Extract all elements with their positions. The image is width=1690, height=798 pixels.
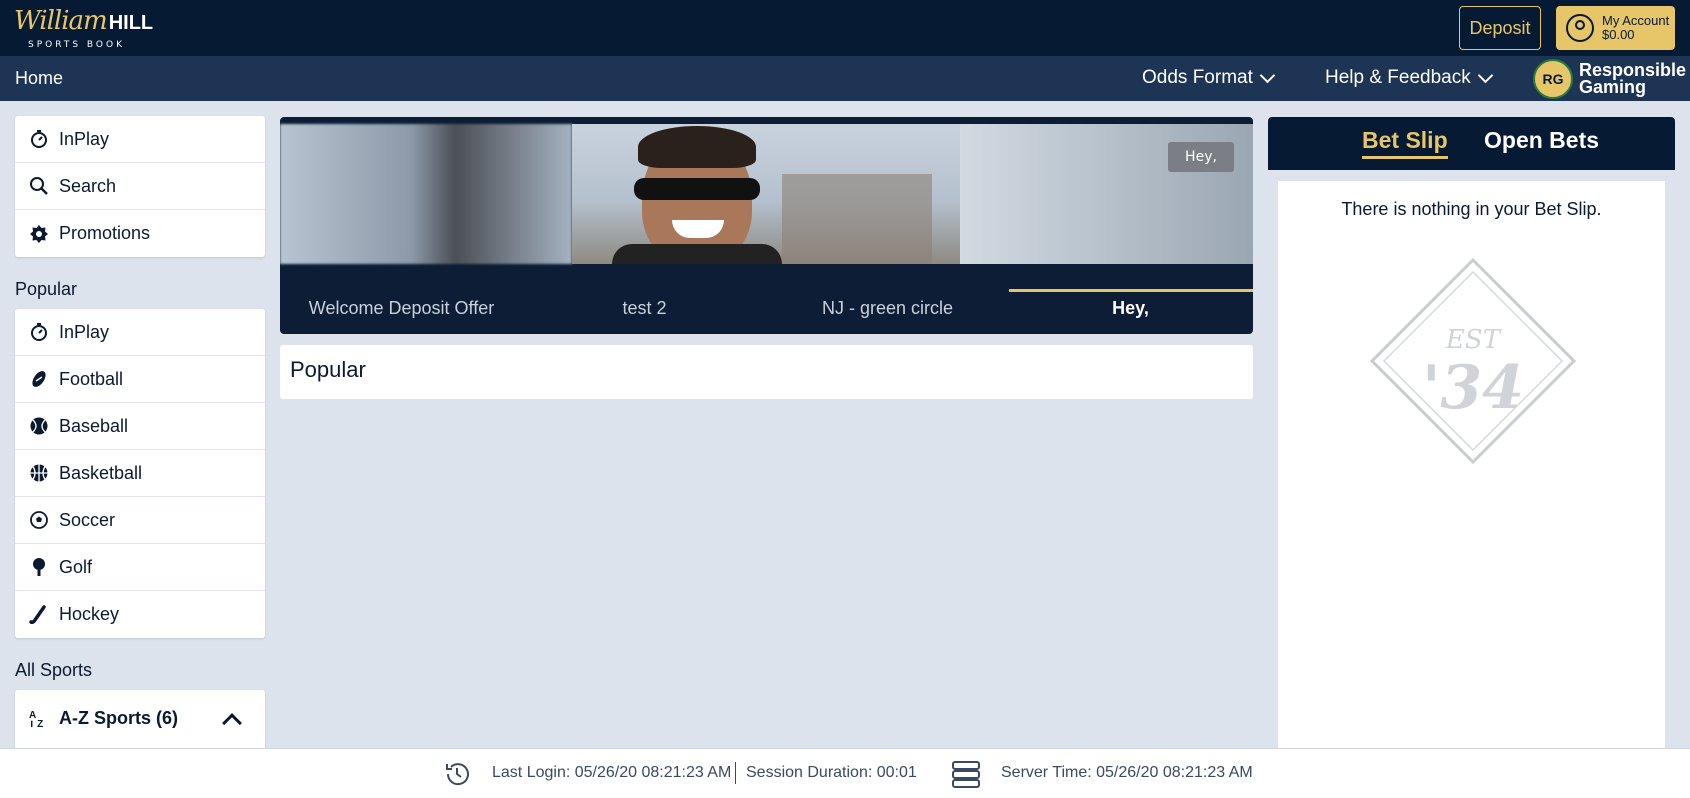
sidebar-quick-links: InPlay Search Promotions bbox=[15, 116, 265, 257]
sidebar-item-golf[interactable]: Golf bbox=[15, 544, 265, 591]
sidebar-item-inplay[interactable]: InPlay bbox=[15, 309, 265, 356]
logo-hill: HILL bbox=[108, 12, 154, 34]
banner-image-right: Hey, bbox=[960, 124, 1253, 264]
sidebar-item-label: Golf bbox=[59, 556, 93, 577]
sort-az-icon: AZ bbox=[29, 708, 49, 729]
golf-icon bbox=[29, 557, 49, 577]
banner-tab-welcome-offer[interactable]: Welcome Deposit Offer bbox=[280, 264, 523, 334]
banner-image-center[interactable] bbox=[572, 124, 960, 264]
betslip-panel: There is nothing in your Bet Slip. EST '… bbox=[1278, 181, 1665, 748]
banner-hey-tag: Hey, bbox=[1168, 142, 1234, 172]
nav-bar: Home Odds Format Help & Feedback RG Resp… bbox=[0, 56, 1690, 101]
person-hair bbox=[638, 126, 756, 168]
logo-subtitle: SPORTS BOOK bbox=[28, 40, 125, 50]
nav-home-link[interactable]: Home bbox=[15, 68, 63, 89]
az-sports-label: A-Z Sports (6) bbox=[59, 707, 178, 728]
sidebar-item-football[interactable]: Football bbox=[15, 356, 265, 403]
chevron-up-icon bbox=[222, 713, 242, 733]
sidebar-item-label: Soccer bbox=[59, 509, 116, 530]
sidebar-item-soccer[interactable]: Soccer bbox=[15, 497, 265, 544]
status-footer: Last Login: 05/26/20 08:21:23 AM Session… bbox=[0, 748, 1690, 798]
server-time-text: Server Time: 05/26/20 08:21:23 AM bbox=[1001, 764, 1253, 781]
badge-icon bbox=[29, 224, 49, 244]
banner-tab-nj-green-circle[interactable]: NJ - green circle bbox=[766, 264, 1009, 334]
rg-label-line2: Gaming bbox=[1579, 77, 1647, 97]
football-icon bbox=[29, 369, 49, 389]
sidebar-item-basketball[interactable]: Basketball bbox=[15, 450, 265, 497]
seal-year-text: '34 bbox=[1422, 353, 1524, 423]
est-34-seal-icon: EST '34 bbox=[1369, 257, 1577, 465]
hockey-icon bbox=[29, 604, 49, 625]
sidebar-item-label: InPlay bbox=[59, 321, 110, 342]
betslip-empty-message: There is nothing in your Bet Slip. bbox=[1341, 199, 1602, 219]
account-balance: $0.00 bbox=[1602, 27, 1635, 42]
popular-heading: Popular bbox=[280, 345, 1253, 399]
promo-banner-carousel: Hey, Welcome Deposit Offer test 2 NJ - g… bbox=[280, 117, 1253, 334]
az-sports-card: AZ A-Z Sports (6) bbox=[15, 690, 265, 748]
account-label: My Account bbox=[1602, 13, 1670, 28]
banner-tabs: Welcome Deposit Offer test 2 NJ - green … bbox=[280, 264, 1253, 334]
chevron-down-icon bbox=[1477, 67, 1494, 83]
shirt bbox=[612, 244, 782, 264]
session-duration-text: Session Duration: 00:01 bbox=[746, 764, 917, 781]
server-icon bbox=[952, 761, 980, 788]
history-icon bbox=[446, 763, 469, 786]
top-bar: William HILL SPORTS BOOK Deposit My Accou… bbox=[0, 0, 1690, 56]
logo-script: William bbox=[14, 6, 108, 36]
bridge-background bbox=[782, 174, 932, 264]
odds-format-dropdown[interactable]: Odds Format bbox=[1142, 67, 1276, 89]
tab-bet-slip[interactable]: Bet Slip bbox=[1362, 127, 1448, 159]
banner-active-indicator bbox=[1009, 289, 1253, 292]
last-login-text: Last Login: 05/26/20 08:21:23 AM bbox=[492, 764, 732, 781]
chevron-down-icon bbox=[1259, 67, 1276, 83]
william-hill-logo[interactable]: William HILL SPORTS BOOK bbox=[14, 6, 154, 50]
sidebar-item-label: Hockey bbox=[59, 604, 120, 624]
sidebar-item-label: InPlay bbox=[59, 128, 110, 149]
sidebar-item-search[interactable]: Search bbox=[15, 163, 265, 210]
tab-open-bets[interactable]: Open Bets bbox=[1484, 127, 1599, 154]
all-sports-section-title: All Sports bbox=[15, 660, 93, 680]
banner-tab-test-2[interactable]: test 2 bbox=[523, 264, 766, 334]
help-feedback-label: Help & Feedback bbox=[1325, 67, 1471, 88]
seal-est-text: EST bbox=[1445, 325, 1502, 355]
banner-tab-hey[interactable]: Hey, bbox=[1009, 264, 1252, 334]
my-account-button[interactable]: My Account $0.00 bbox=[1556, 6, 1675, 50]
sidebar-item-promotions[interactable]: Promotions bbox=[15, 210, 265, 257]
baseball-icon bbox=[29, 416, 49, 436]
search-icon bbox=[29, 176, 49, 196]
sidebar-item-label: Promotions bbox=[59, 223, 151, 243]
sidebar-item-label: Basketball bbox=[59, 462, 143, 483]
basketball-icon bbox=[29, 463, 49, 483]
popular-section-title: Popular bbox=[15, 279, 78, 299]
sidebar-item-label: Football bbox=[59, 368, 124, 389]
stopwatch-icon bbox=[29, 129, 49, 149]
sidebar-item-label: Search bbox=[59, 175, 117, 196]
sunglasses bbox=[634, 178, 760, 200]
betslip-header: Bet Slip Open Bets bbox=[1268, 117, 1675, 170]
responsible-gaming-link[interactable]: RG Responsible Gaming bbox=[1533, 59, 1686, 99]
help-feedback-dropdown[interactable]: Help & Feedback bbox=[1325, 67, 1494, 89]
svg-text:Z: Z bbox=[37, 719, 43, 729]
sidebar-item-hockey[interactable]: Hockey bbox=[15, 591, 265, 638]
footer-divider bbox=[735, 762, 736, 784]
sidebar-item-baseball[interactable]: Baseball bbox=[15, 403, 265, 450]
sidebar-item-label: Baseball bbox=[59, 415, 129, 436]
sidebar-popular-list: InPlay Football Baseball Basketball Socc… bbox=[15, 309, 265, 638]
svg-text:A: A bbox=[29, 710, 36, 721]
az-sports-toggle[interactable]: AZ A-Z Sports (6) bbox=[15, 690, 265, 746]
user-icon bbox=[1566, 14, 1594, 42]
rg-badge-icon: RG bbox=[1533, 59, 1573, 99]
sidebar-item-inplay[interactable]: InPlay bbox=[15, 116, 265, 163]
deposit-button[interactable]: Deposit bbox=[1459, 6, 1541, 50]
soccer-ball-icon bbox=[29, 510, 49, 530]
banner-image-left bbox=[280, 124, 572, 264]
stopwatch-icon bbox=[29, 322, 49, 342]
odds-format-label: Odds Format bbox=[1142, 67, 1253, 88]
